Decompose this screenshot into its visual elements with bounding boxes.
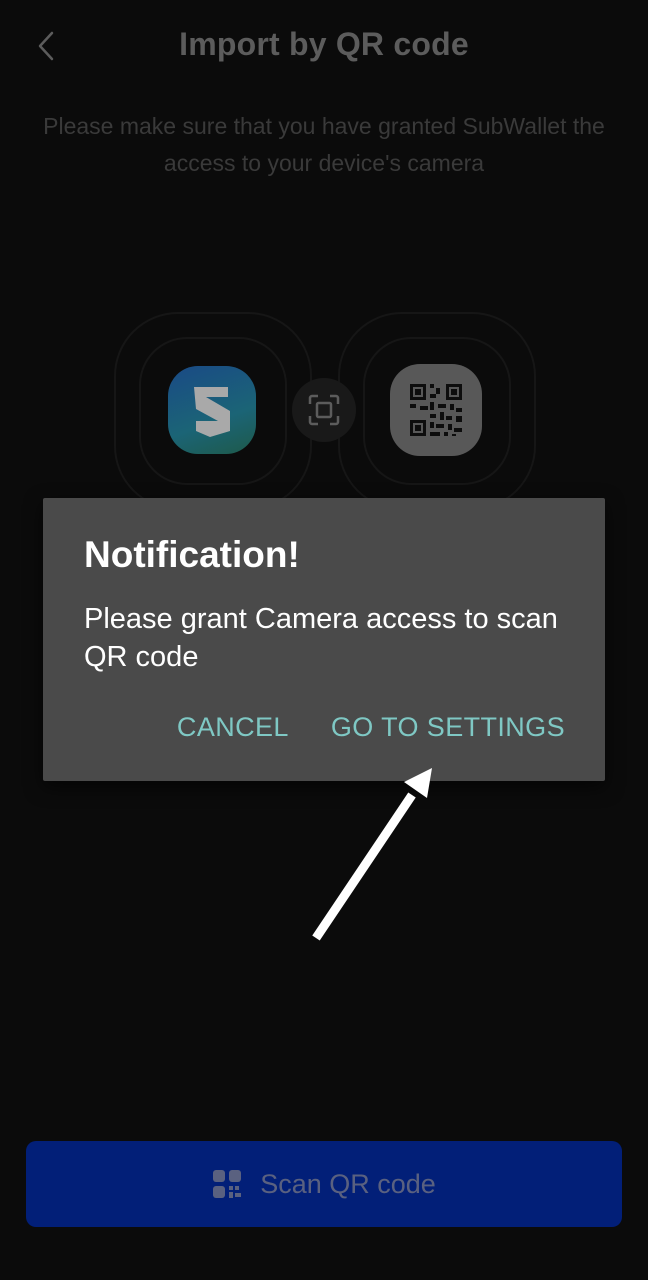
- qr-code-icon: [390, 364, 482, 456]
- page-title: Import by QR code: [179, 26, 469, 62]
- header: Import by QR code: [0, 0, 648, 100]
- go-to-settings-button[interactable]: GO TO SETTINGS: [331, 712, 565, 743]
- camera-permission-description: Please make sure that you have granted S…: [43, 113, 605, 176]
- scan-qr-code-button[interactable]: Scan QR code: [26, 1141, 622, 1227]
- scan-frame-icon: [292, 378, 356, 442]
- screen: Import by QR code Please make sure that …: [0, 0, 648, 1280]
- subwallet-logo-icon: [168, 366, 256, 454]
- cancel-button[interactable]: CANCEL: [177, 712, 289, 743]
- scan-button-label: Scan QR code: [260, 1168, 436, 1199]
- permission-dialog: Notification! Please grant Camera access…: [43, 498, 605, 781]
- dialog-message: Please grant Camera access to scan QR co…: [84, 603, 558, 673]
- dialog-actions: CANCEL GO TO SETTINGS: [177, 712, 565, 743]
- qr-scan-icon: [213, 1170, 242, 1198]
- dialog-title: Notification!: [84, 534, 300, 575]
